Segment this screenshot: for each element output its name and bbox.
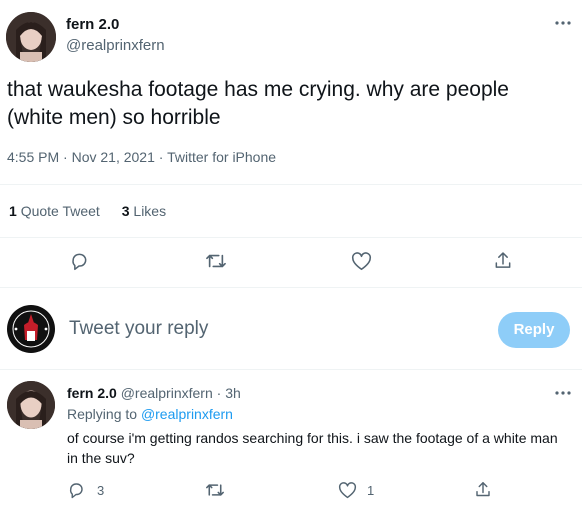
more-horizontal-icon[interactable] xyxy=(554,19,572,27)
meta-separator: · xyxy=(212,385,226,401)
more-horizontal-icon[interactable] xyxy=(554,389,572,397)
quote-label: Quote Tweet xyxy=(20,203,100,219)
reply-author-display-name[interactable]: fern 2.0 xyxy=(67,385,117,401)
reply-button[interactable]: Reply xyxy=(498,312,570,348)
heart-icon[interactable] xyxy=(338,482,357,499)
tweet-text: that waukesha footage has me crying. why… xyxy=(7,78,509,129)
heart-icon[interactable] xyxy=(351,252,372,271)
replying-to-label: Replying to xyxy=(67,406,138,422)
reply-author-avatar[interactable] xyxy=(7,381,55,429)
reply-time[interactable]: 3h xyxy=(225,385,241,401)
tweet-date[interactable]: Nov 21, 2021 xyxy=(72,149,155,165)
share-icon[interactable] xyxy=(474,480,492,499)
like-count: 3 xyxy=(121,203,130,219)
meta-separator: · xyxy=(154,149,168,165)
likes-label: Likes xyxy=(133,203,167,219)
divider xyxy=(0,184,582,185)
reply-text: of course i'm getting randos searching f… xyxy=(67,430,558,466)
replying-to: Replying to @realprinxfern xyxy=(67,406,233,422)
reply-icon[interactable] xyxy=(67,481,85,499)
reply-header: fern 2.0 @realprinxfern · 3h xyxy=(67,385,241,401)
quote-count: 1 xyxy=(9,203,17,219)
author-avatar[interactable] xyxy=(6,12,56,62)
reply-icon[interactable] xyxy=(69,251,89,271)
reply-input[interactable]: Tweet your reply xyxy=(69,318,208,340)
reply-author-handle[interactable]: @realprinxfern xyxy=(121,385,213,401)
meta-separator: · xyxy=(59,149,72,165)
reply-count: 3 xyxy=(97,483,105,498)
user-avatar[interactable] xyxy=(7,305,55,353)
tweet-stats: 1 Quote Tweet 3 Likes xyxy=(9,203,166,219)
author-handle[interactable]: @realprinxfern xyxy=(66,37,165,54)
tweet-source[interactable]: Twitter for iPhone xyxy=(167,149,276,165)
share-icon[interactable] xyxy=(493,250,513,271)
like-count: 1 xyxy=(367,483,375,498)
replying-to-handle[interactable]: @realprinxfern xyxy=(141,406,233,422)
retweet-icon[interactable] xyxy=(205,481,225,499)
tweet-time[interactable]: 4:55 PM xyxy=(7,149,59,165)
quote-tweets-link[interactable]: 1 Quote Tweet xyxy=(9,203,100,219)
divider xyxy=(0,237,582,238)
retweet-icon[interactable] xyxy=(205,251,227,271)
divider xyxy=(0,287,582,288)
divider xyxy=(0,369,582,370)
tweet-meta: 4:55 PM · Nov 21, 2021 · Twitter for iPh… xyxy=(7,149,276,165)
author-display-name[interactable]: fern 2.0 xyxy=(66,16,119,33)
likes-link[interactable]: 3 Likes xyxy=(122,203,166,219)
